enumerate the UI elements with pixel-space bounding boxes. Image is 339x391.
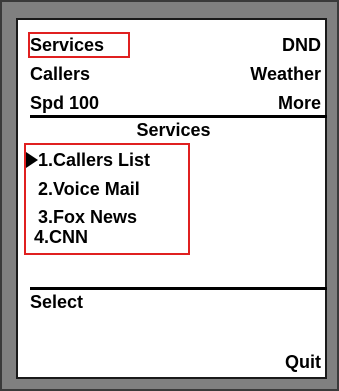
menu-item-callers-list[interactable]: 1.Callers List xyxy=(38,149,150,171)
menu-title: Services xyxy=(136,120,211,140)
menu-item-fox-news[interactable]: 3.Fox News xyxy=(38,206,137,228)
menu-item-voice-mail[interactable]: 2.Voice Mail xyxy=(38,178,140,200)
phone-bezel: Services DND Callers Weather Spd 100 Mor… xyxy=(0,0,339,391)
menu-item-cnn[interactable]: 4.CNN xyxy=(34,226,88,248)
bottom-divider xyxy=(30,287,327,290)
selection-arrow-icon xyxy=(26,152,38,168)
dnd-softkey[interactable]: DND xyxy=(282,34,321,56)
speed-dial-softkey[interactable]: Spd 100 xyxy=(30,92,99,114)
top-divider xyxy=(30,115,327,118)
phone-screen: Services DND Callers Weather Spd 100 Mor… xyxy=(16,18,327,379)
callers-softkey[interactable]: Callers xyxy=(30,63,90,85)
weather-softkey[interactable]: Weather xyxy=(250,63,321,85)
more-softkey[interactable]: More xyxy=(278,92,321,114)
quit-softkey[interactable]: Quit xyxy=(285,351,321,373)
select-softkey[interactable]: Select xyxy=(30,291,83,313)
services-softkey[interactable]: Services xyxy=(30,34,104,56)
